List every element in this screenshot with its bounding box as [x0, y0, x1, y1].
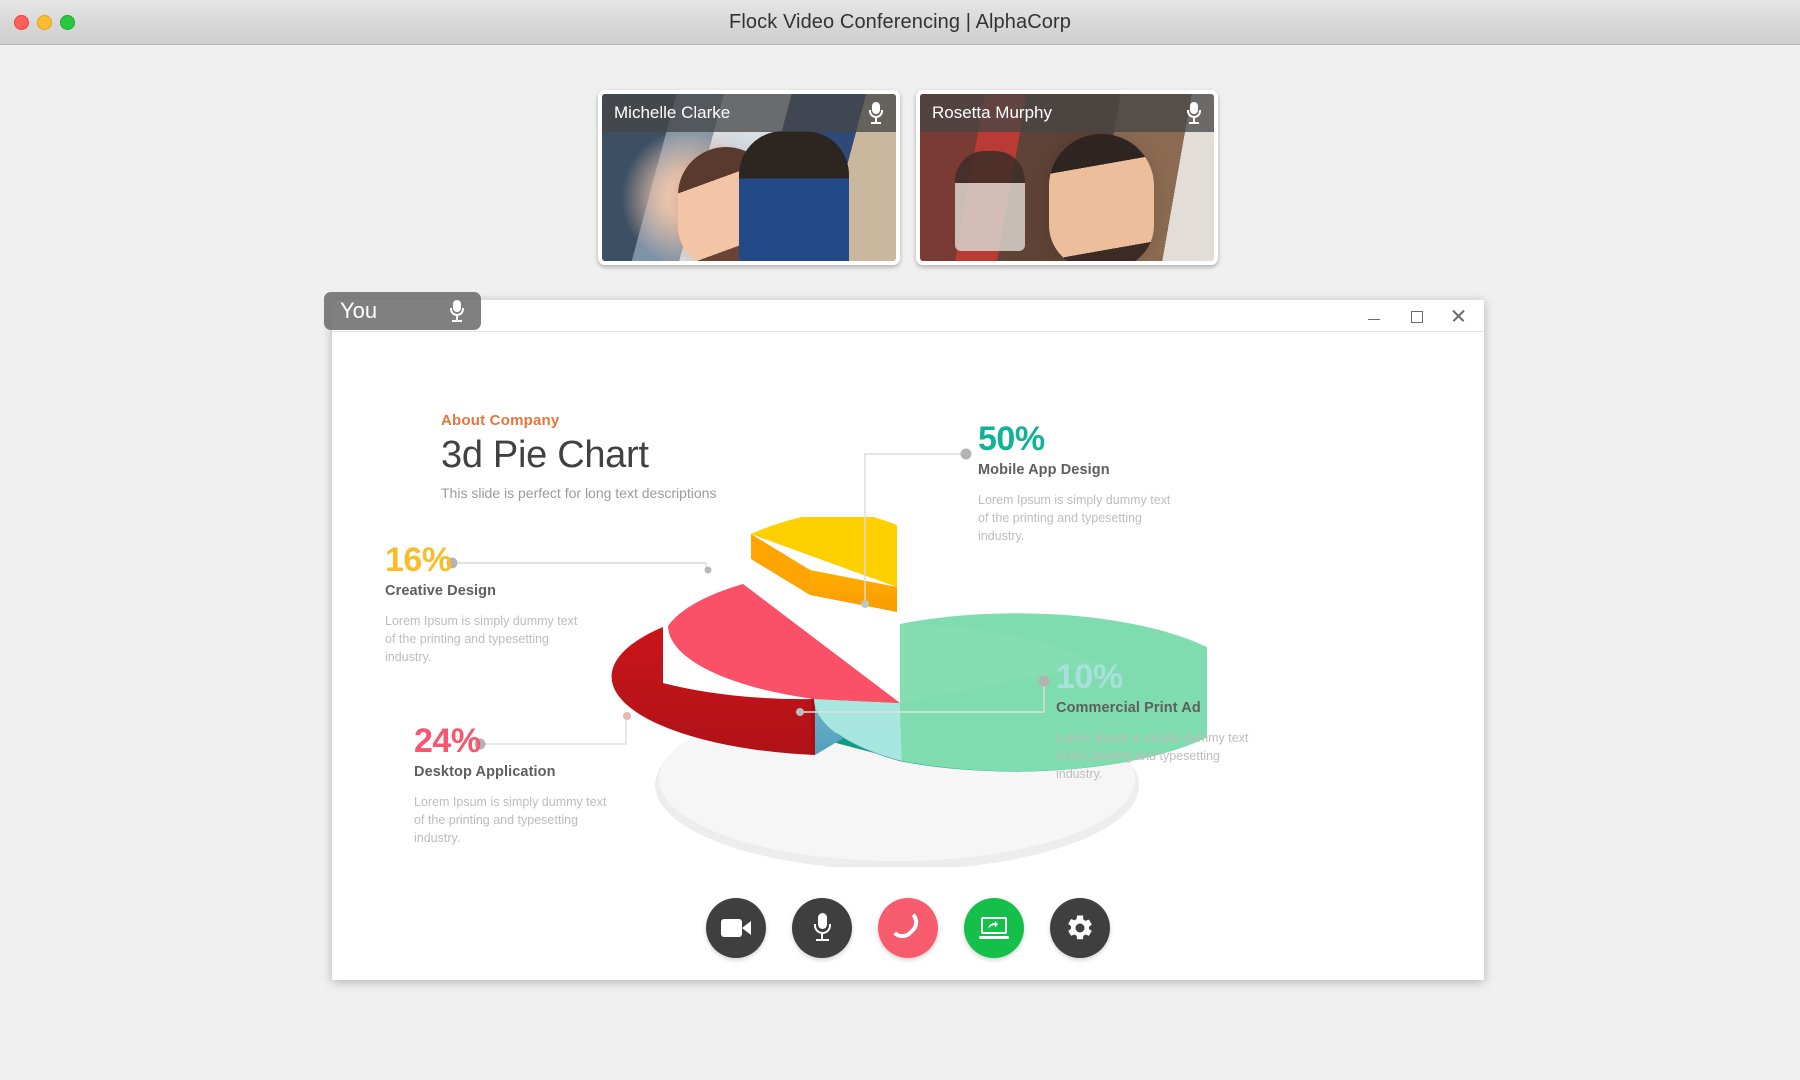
pie-callout-creative-design: 16% Creative Design Lorem Ipsum is simpl…: [385, 543, 585, 666]
mic-icon[interactable]: [868, 101, 884, 125]
self-tile-tab[interactable]: You: [324, 292, 481, 330]
mic-icon[interactable]: [449, 299, 465, 323]
callout-percent: 50%: [978, 420, 1045, 458]
traffic-light-buttons: [14, 0, 75, 45]
participant-tiles: Michelle Clarke Rosetta Murphy: [598, 90, 1218, 265]
presentation-slide: About Company 3d Pie Chart This slide is…: [332, 332, 1484, 980]
settings-button[interactable]: [1050, 898, 1110, 958]
callout-description: Lorem Ipsum is simply dummy text of the …: [1056, 731, 1249, 781]
phone-hangup-icon: [892, 912, 924, 944]
participant-name-bar: Michelle Clarke: [602, 94, 896, 132]
maximize-window-button[interactable]: [60, 15, 75, 30]
shared-window-maximize-icon[interactable]: [1408, 308, 1424, 324]
callout-category: Desktop Application: [414, 764, 556, 780]
camera-icon: [721, 919, 751, 937]
microphone-button[interactable]: [792, 898, 852, 958]
microphone-icon: [812, 913, 832, 943]
callout-percent: 16%: [385, 541, 452, 579]
application-window: Flock Video Conferencing | AlphaCorp Mic…: [0, 0, 1800, 1080]
screen-share-icon: [979, 917, 1009, 939]
camera-button[interactable]: [706, 898, 766, 958]
gear-icon: [1068, 915, 1092, 940]
slide-title: 3d Pie Chart: [441, 434, 649, 476]
callout-description: Lorem Ipsum is simply dummy text of the …: [385, 614, 578, 664]
window-title: Flock Video Conferencing | AlphaCorp: [729, 10, 1071, 33]
self-participant-name: You: [340, 298, 378, 323]
hang-up-button[interactable]: [878, 898, 938, 958]
participant-tile[interactable]: Michelle Clarke: [598, 90, 900, 265]
shared-window-minimize-icon[interactable]: [1366, 308, 1382, 324]
callout-percent: 24%: [414, 722, 481, 760]
mic-icon[interactable]: [1186, 101, 1202, 125]
participant-tile[interactable]: Rosetta Murphy: [916, 90, 1218, 265]
pie-callout-mobile-app-design: 50% Mobile App Design Lorem Ipsum is sim…: [978, 422, 1178, 545]
participant-name: Rosetta Murphy: [932, 103, 1052, 122]
slide-eyebrow: About Company: [441, 412, 560, 429]
callout-category: Mobile App Design: [978, 462, 1110, 478]
screen-share-button[interactable]: [964, 898, 1024, 958]
close-window-button[interactable]: [14, 15, 29, 30]
shared-window-close-icon[interactable]: [1450, 308, 1466, 324]
callout-percent: 10%: [1056, 658, 1123, 696]
participant-name: Michelle Clarke: [614, 103, 731, 122]
callout-description: Lorem Ipsum is simply dummy text of the …: [414, 795, 607, 845]
callout-category: Creative Design: [385, 583, 497, 599]
shared-screen-window: You About Company 3d Pie Chart This slid…: [324, 292, 1484, 980]
callout-description: Lorem Ipsum is simply dummy text of the …: [978, 493, 1171, 543]
slide-subtitle: This slide is perfect for long text desc…: [441, 485, 717, 501]
pie-callout-desktop-application: 24% Desktop Application Lorem Ipsum is s…: [414, 724, 614, 847]
share-arrow-glyph: [988, 921, 998, 929]
participant-name-bar: Rosetta Murphy: [920, 94, 1214, 132]
call-controls-bar: [332, 898, 1484, 958]
slide-header: About Company 3d Pie Chart This slide is…: [441, 412, 821, 501]
minimize-window-button[interactable]: [37, 15, 52, 30]
callout-category: Commercial Print Ad: [1056, 700, 1201, 716]
window-titlebar: Flock Video Conferencing | AlphaCorp: [0, 0, 1800, 45]
shared-window-titlebar: [332, 300, 1484, 332]
pie-callout-commercial-print-ad: 10% Commercial Print Ad Lorem Ipsum is s…: [1056, 660, 1256, 783]
